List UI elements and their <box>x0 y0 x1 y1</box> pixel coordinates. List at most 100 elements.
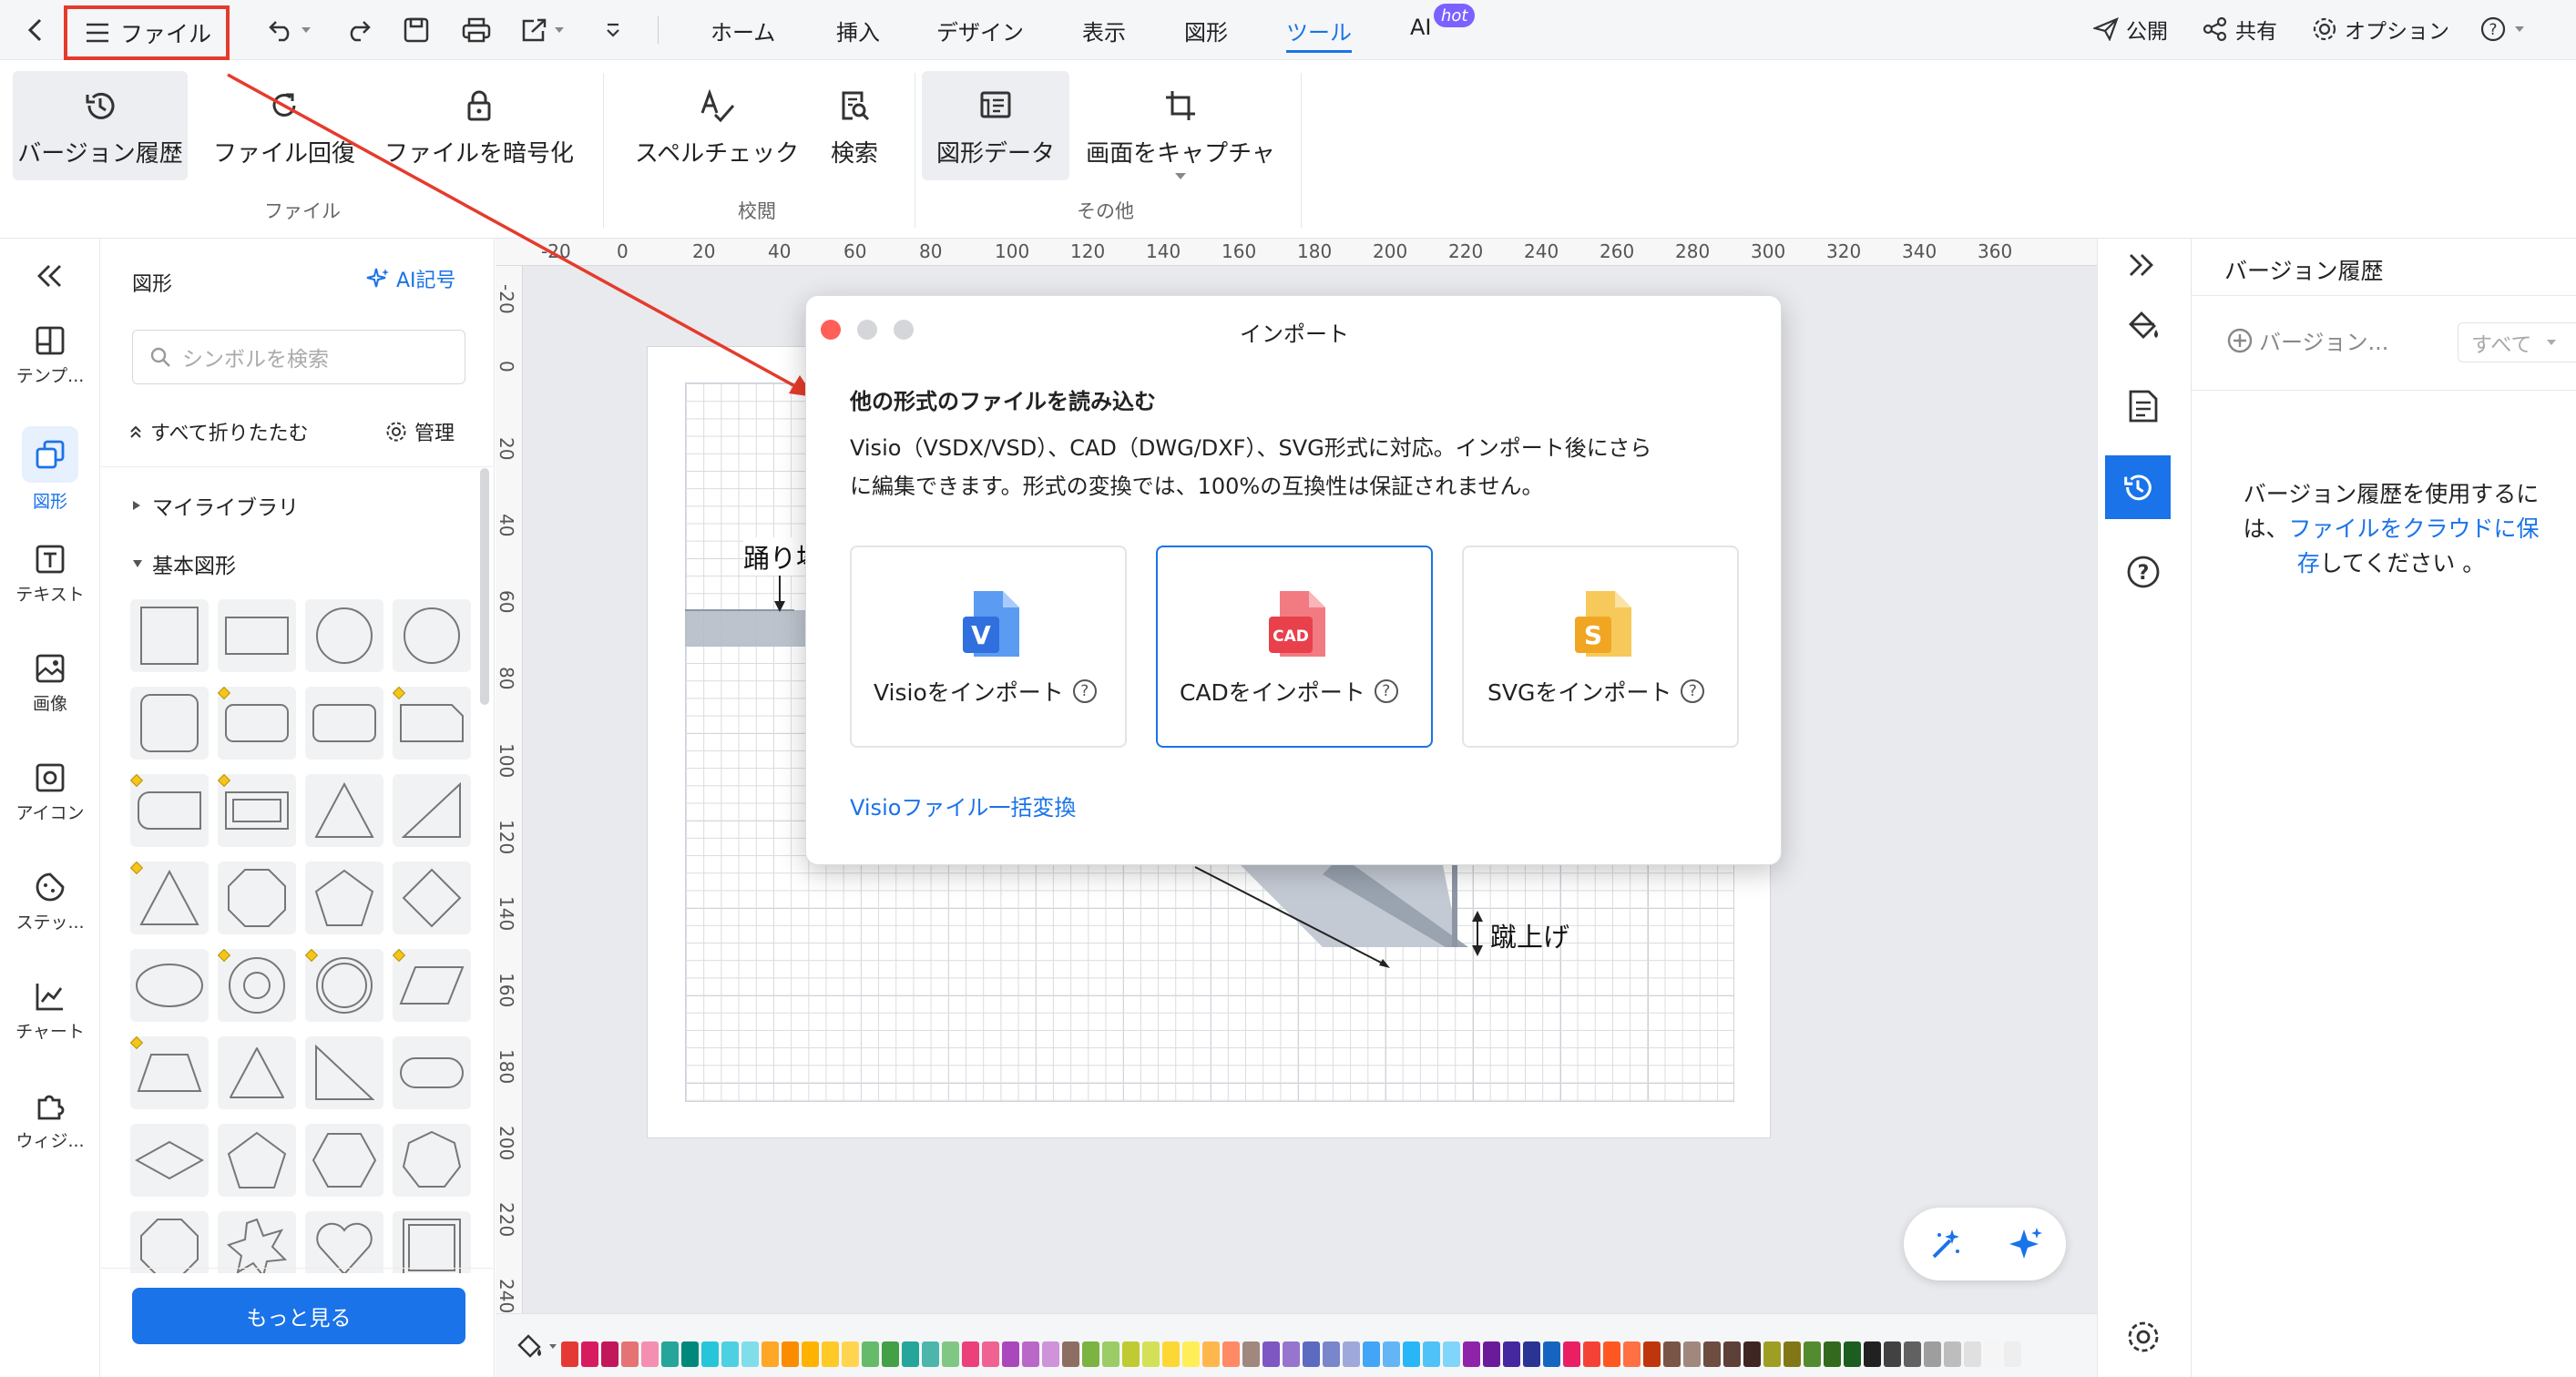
magic-wand-icon[interactable] <box>1927 1226 1963 1262</box>
ai-symbol-button[interactable]: AI記号 <box>365 264 456 293</box>
file-menu-button[interactable]: ファイル <box>64 5 230 60</box>
color-swatch[interactable] <box>601 1341 618 1367</box>
color-swatch[interactable] <box>1423 1341 1440 1367</box>
shape-square[interactable] <box>130 599 209 672</box>
color-swatch[interactable] <box>1242 1341 1260 1367</box>
version-history-button[interactable]: バージョン履歴 <box>13 71 188 180</box>
rail-item-widgets[interactable]: ウィジ... <box>0 1089 100 1152</box>
shape-star-burst[interactable] <box>218 1211 296 1273</box>
publish-button[interactable]: 公開 <box>2093 13 2168 46</box>
shape-stadium[interactable] <box>393 1036 471 1109</box>
my-library-section[interactable]: マイライブラリ <box>132 490 299 521</box>
color-swatch[interactable] <box>1944 1341 1961 1367</box>
help-circle-icon[interactable]: ? <box>1374 679 1398 703</box>
color-swatch[interactable] <box>1924 1341 1941 1367</box>
shape-rounded-triangle[interactable] <box>218 1036 296 1109</box>
color-swatch[interactable] <box>1603 1341 1620 1367</box>
color-swatch[interactable] <box>1503 1341 1520 1367</box>
color-swatch[interactable] <box>1363 1341 1380 1367</box>
settings-gear-icon[interactable] <box>2125 1319 2162 1355</box>
color-swatch[interactable] <box>1323 1341 1340 1367</box>
color-swatch[interactable] <box>1804 1341 1821 1367</box>
color-swatch[interactable] <box>922 1341 939 1367</box>
shape-rounded-rectangle[interactable] <box>217 686 296 760</box>
shape-rectangle[interactable] <box>218 599 296 672</box>
color-swatch[interactable] <box>1784 1341 1801 1367</box>
version-filter-select[interactable]: すべて <box>2458 322 2576 362</box>
color-swatch[interactable] <box>862 1341 879 1367</box>
color-swatch[interactable] <box>1142 1341 1160 1367</box>
shape-right-triangle[interactable] <box>305 1036 383 1109</box>
color-swatch[interactable] <box>1643 1341 1661 1367</box>
shape-diamond-wide[interactable] <box>130 1124 209 1197</box>
color-swatch[interactable] <box>1443 1341 1460 1367</box>
tab-tools[interactable]: ツール <box>1286 15 1352 53</box>
color-swatch[interactable] <box>1262 1341 1280 1367</box>
tab-shape[interactable]: 図形 <box>1184 15 1228 51</box>
shape-round-corner-rectangle[interactable] <box>130 773 209 847</box>
help-icon[interactable]: ? <box>2125 554 2162 590</box>
color-swatch[interactable] <box>681 1341 699 1367</box>
color-swatch[interactable] <box>1984 1341 2001 1367</box>
shape-rounded-rectangle-alt[interactable] <box>305 687 383 760</box>
version-history-tab[interactable] <box>2105 455 2171 519</box>
export-icon[interactable] <box>516 11 554 49</box>
color-swatch[interactable] <box>1583 1341 1600 1367</box>
shape-pentagon[interactable] <box>305 862 383 934</box>
fill-style-icon[interactable] <box>2125 306 2162 342</box>
color-swatch[interactable] <box>1824 1341 1841 1367</box>
color-swatch[interactable] <box>1182 1341 1200 1367</box>
color-swatch[interactable] <box>1964 1341 1981 1367</box>
save-to-cloud-link[interactable]: ファイルをクラウドに保 <box>2289 515 2540 542</box>
color-swatch[interactable] <box>942 1341 959 1367</box>
expand-panel-icon[interactable] <box>2127 251 2156 279</box>
color-swatch[interactable] <box>1383 1341 1400 1367</box>
import-visio-card[interactable]: V Visioをインポート ? <box>850 546 1127 748</box>
color-swatch[interactable] <box>1102 1341 1119 1367</box>
shape-pentagon-alt[interactable] <box>218 1124 296 1197</box>
color-swatch[interactable] <box>782 1341 799 1367</box>
color-swatch[interactable] <box>1122 1341 1140 1367</box>
basic-shapes-section[interactable]: 基本図形 <box>132 548 236 579</box>
page-properties-icon[interactable] <box>2127 388 2160 424</box>
add-version-button[interactable]: バージョン... <box>2226 324 2388 356</box>
rail-item-text[interactable]: テキスト <box>0 543 100 606</box>
shape-donut[interactable] <box>217 948 296 1022</box>
color-swatch[interactable] <box>1483 1341 1500 1367</box>
color-swatch[interactable] <box>1162 1341 1180 1367</box>
undo-icon[interactable] <box>262 11 301 49</box>
tab-design[interactable]: デザイン <box>936 15 1024 51</box>
color-swatch[interactable] <box>1703 1341 1721 1367</box>
color-swatch[interactable] <box>1042 1341 1059 1367</box>
rail-item-templates[interactable]: テンプ... <box>0 324 100 387</box>
color-swatch[interactable] <box>1743 1341 1761 1367</box>
options-button[interactable]: オプション <box>2312 13 2449 46</box>
color-swatch[interactable] <box>1723 1341 1741 1367</box>
save-to-cloud-link-cont[interactable]: 存 <box>2297 550 2320 576</box>
redo-icon[interactable] <box>339 11 377 49</box>
color-swatch[interactable] <box>2004 1341 2021 1367</box>
undo-dropdown-icon[interactable] <box>297 11 315 49</box>
color-swatch[interactable] <box>962 1341 979 1367</box>
more-shapes-button[interactable]: もっと見る <box>132 1288 465 1344</box>
manage-button[interactable]: 管理 <box>385 417 455 446</box>
color-swatch[interactable] <box>882 1341 899 1367</box>
color-swatch[interactable] <box>1062 1341 1079 1367</box>
tab-home[interactable]: ホーム <box>710 15 775 51</box>
shape-octagon-alt[interactable] <box>130 1211 209 1273</box>
color-swatch[interactable] <box>1763 1341 1781 1367</box>
shape-frame[interactable] <box>217 773 296 847</box>
color-swatch[interactable] <box>1202 1341 1220 1367</box>
rail-item-icons[interactable]: アイコン <box>0 761 100 824</box>
help-circle-icon[interactable]: ? <box>1072 679 1097 703</box>
color-swatch[interactable] <box>802 1341 819 1367</box>
color-swatch[interactable] <box>581 1341 598 1367</box>
screen-capture-button[interactable]: 画面をキャプチャ <box>1080 71 1281 180</box>
rail-item-stickers[interactable]: ステッ... <box>0 871 100 933</box>
color-swatch[interactable] <box>1343 1341 1360 1367</box>
help-circle-icon[interactable]: ? <box>1681 679 1705 703</box>
shape-parallelogram[interactable] <box>392 948 471 1022</box>
shape-triangle[interactable] <box>305 774 383 847</box>
fill-color-button[interactable] <box>516 1332 557 1360</box>
color-swatch[interactable] <box>822 1341 839 1367</box>
